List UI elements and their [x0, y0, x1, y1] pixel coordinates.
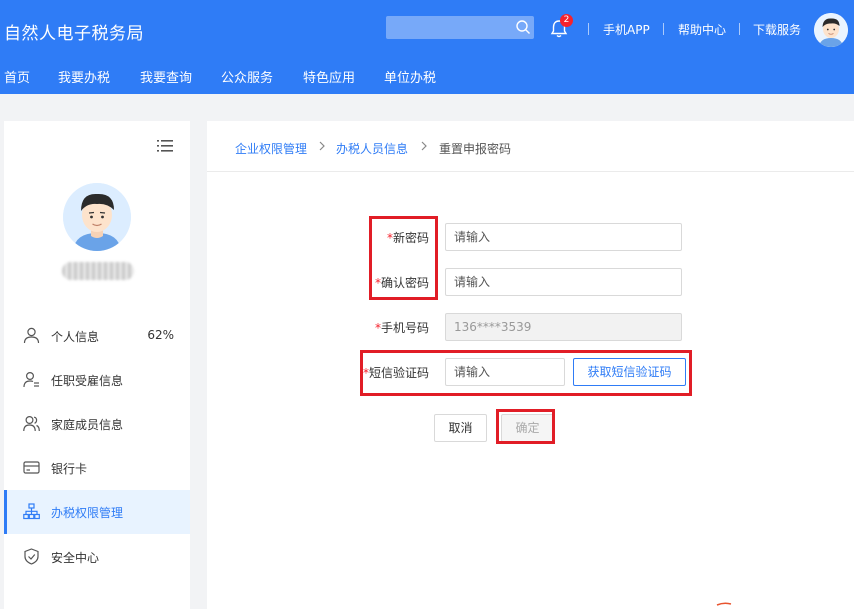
- breadcrumb: 企业权限管理 办税人员信息 重置申报密码: [207, 121, 854, 172]
- confirm-password-input[interactable]: 请输入: [445, 268, 682, 296]
- nav-featured-apps[interactable]: 特色应用: [303, 67, 355, 86]
- nav-tax-filing[interactable]: 我要办税: [58, 67, 110, 86]
- nav-public-service[interactable]: 公众服务: [221, 67, 273, 86]
- breadcrumb-tax-staff[interactable]: 办税人员信息: [336, 140, 408, 157]
- profile-avatar: [63, 183, 131, 251]
- highlight-password-labels: [369, 216, 438, 300]
- sidebar-item-label: 安全中心: [51, 551, 100, 565]
- mobile-app-link[interactable]: 手机APP: [603, 21, 650, 38]
- profile-completion: 62%: [147, 328, 174, 342]
- chevron-right-icon: [421, 141, 427, 151]
- header-divider: [663, 23, 664, 35]
- nav-unit-tax[interactable]: 单位办税: [384, 67, 436, 86]
- sidebar-item-label: 个人信息: [51, 330, 100, 344]
- header-divider: [588, 23, 589, 35]
- search-icon[interactable]: [515, 19, 531, 35]
- new-password-input[interactable]: 请输入: [445, 223, 682, 251]
- avatar-icon: [814, 13, 848, 47]
- sidebar-item-family[interactable]: 家庭成员信息: [4, 402, 190, 446]
- header-divider: [739, 23, 740, 35]
- site-title[interactable]: 自然人电子税务局: [4, 19, 144, 44]
- highlight-confirm-button: [496, 409, 555, 444]
- sidebar-item-label: 任职受雇信息: [51, 374, 124, 388]
- breadcrumb-permission-mgmt[interactable]: 企业权限管理: [235, 140, 307, 157]
- sidebar-item-label: 银行卡: [51, 462, 88, 476]
- highlight-sms-row: [360, 350, 692, 396]
- sidebar-item-bank-card[interactable]: 银行卡: [4, 446, 190, 490]
- sidebar-item-personal-info[interactable]: 个人信息 62%: [4, 314, 190, 358]
- top-header: 自然人电子税务局 2 手机APP 帮助中心 下载服务 首页 我要办税 我要查询 …: [0, 0, 854, 94]
- shield-icon: [24, 548, 39, 565]
- sidebar-item-label: 家庭成员信息: [51, 418, 124, 432]
- notification-badge: 2: [560, 14, 573, 27]
- phone-field: 136****3539: [445, 313, 682, 341]
- sidebar-item-label: 办税权限管理: [51, 506, 124, 520]
- cancel-button[interactable]: 取消: [434, 414, 487, 442]
- phone-label: *手机号码: [375, 321, 430, 335]
- profile-name-blurred: [62, 262, 134, 280]
- family-icon: [23, 415, 40, 432]
- help-center-link[interactable]: 帮助中心: [678, 21, 726, 38]
- menu-toggle-icon[interactable]: [157, 139, 173, 153]
- user-avatar[interactable]: [814, 13, 848, 47]
- chevron-right-icon: [319, 141, 325, 151]
- sidebar-item-security[interactable]: 安全中心: [4, 535, 190, 579]
- nav-query[interactable]: 我要查询: [140, 67, 192, 86]
- sidebar-item-tax-permission[interactable]: 办税权限管理: [4, 490, 190, 534]
- sidebar: 个人信息 62% 任职受雇信息 家庭成员信息 银行卡 办税权限管理 安全中心: [4, 121, 190, 609]
- sidebar-item-employment[interactable]: 任职受雇信息: [4, 358, 190, 402]
- avatar-icon: [63, 183, 131, 251]
- nav-home[interactable]: 首页: [4, 67, 30, 86]
- employment-icon: [23, 371, 39, 388]
- bank-card-icon: [23, 461, 40, 474]
- download-service-link[interactable]: 下载服务: [753, 21, 801, 38]
- search-input[interactable]: [386, 16, 534, 39]
- org-tree-icon: [23, 503, 40, 520]
- stray-mark: [716, 602, 732, 606]
- user-icon: [23, 327, 40, 344]
- breadcrumb-current: 重置申报密码: [439, 142, 512, 156]
- main-content: 企业权限管理 办税人员信息 重置申报密码 *新密码 请输入 *确认密码 请输入 …: [207, 121, 854, 609]
